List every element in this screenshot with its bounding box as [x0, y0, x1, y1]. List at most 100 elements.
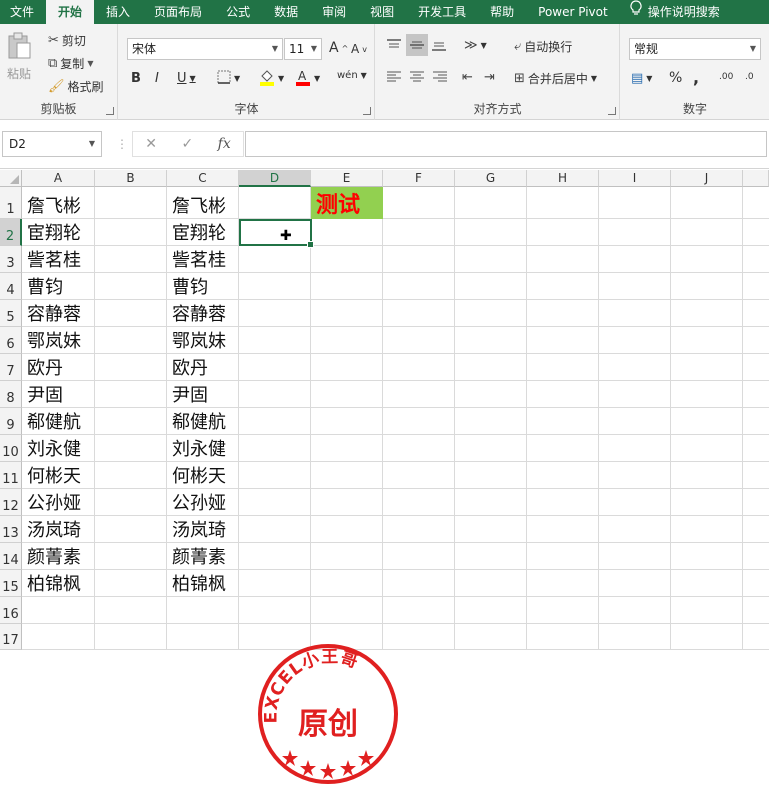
- decrease-indent-button[interactable]: ⇤: [462, 70, 473, 85]
- enter-icon[interactable]: ✓: [181, 136, 193, 152]
- copy-dropdown-icon[interactable]: ▼: [87, 59, 93, 68]
- align-middle-button[interactable]: [406, 34, 428, 56]
- merge-center-button[interactable]: ⊞ 合并后居中 ▼: [514, 70, 597, 87]
- cell-c11[interactable]: 何彬天: [167, 462, 239, 489]
- column-header-j[interactable]: J: [671, 170, 743, 187]
- cell-a12[interactable]: 公孙娅: [22, 489, 95, 516]
- cell-c8[interactable]: 尹固: [167, 381, 239, 408]
- cell-c2[interactable]: 宦翔轮: [167, 219, 239, 246]
- row-header-5[interactable]: 5: [0, 300, 22, 327]
- tab-page-layout[interactable]: 页面布局: [142, 0, 214, 24]
- cut-button[interactable]: ✂ 剪切: [48, 32, 86, 49]
- row-header-8[interactable]: 8: [0, 381, 22, 408]
- cell-c7[interactable]: 欧丹: [167, 354, 239, 381]
- row-header-10[interactable]: 10: [0, 435, 22, 462]
- percent-button[interactable]: %: [669, 70, 682, 86]
- cell-a11[interactable]: 何彬天: [22, 462, 95, 489]
- tab-view[interactable]: 视图: [358, 0, 406, 24]
- cell-a7[interactable]: 欧丹: [22, 354, 95, 381]
- align-left-button[interactable]: [386, 71, 402, 83]
- tab-home[interactable]: 开始: [46, 0, 95, 24]
- font-size-select[interactable]: 11 ▼: [284, 38, 322, 60]
- cell-c5[interactable]: 容静蓉: [167, 300, 239, 327]
- column-header-a[interactable]: A: [22, 170, 95, 187]
- cell-e1[interactable]: 测试: [311, 187, 383, 219]
- tab-formulas[interactable]: 公式: [214, 0, 262, 24]
- shrink-font-button[interactable]: Av: [351, 42, 367, 56]
- column-header-f[interactable]: F: [383, 170, 455, 187]
- copy-button[interactable]: ⧉ 复制 ▼: [48, 55, 93, 72]
- phonetic-button[interactable]: wén ▼: [337, 70, 367, 81]
- alignment-launcher-icon[interactable]: [608, 107, 616, 115]
- cell-a9[interactable]: 郗健航: [22, 408, 95, 435]
- tab-data[interactable]: 数据: [262, 0, 310, 24]
- number-format-select[interactable]: 常规 ▼: [629, 38, 761, 60]
- cell-c6[interactable]: 鄂岚妹: [167, 327, 239, 354]
- increase-indent-button[interactable]: ⇥: [484, 70, 495, 85]
- name-box[interactable]: D2 ▼: [2, 131, 102, 157]
- font-launcher-icon[interactable]: [363, 107, 371, 115]
- cell-c4[interactable]: 曹钧: [167, 273, 239, 300]
- align-bottom-button[interactable]: [431, 38, 447, 52]
- insert-function-button[interactable]: fx: [218, 136, 231, 152]
- comma-button[interactable]: ,: [693, 68, 699, 87]
- row-header-15[interactable]: 15: [0, 570, 22, 597]
- font-name-select[interactable]: 宋体 ▼: [127, 38, 283, 60]
- clipboard-launcher-icon[interactable]: [106, 107, 114, 115]
- accounting-format-button[interactable]: ▤ ▼: [631, 71, 652, 86]
- active-cell-d2[interactable]: [239, 219, 314, 248]
- row-header-12[interactable]: 12: [0, 489, 22, 516]
- column-header-e[interactable]: E: [311, 170, 383, 187]
- row-header-9[interactable]: 9: [0, 408, 22, 435]
- format-painter-button[interactable]: 🖌 格式刷: [48, 78, 104, 95]
- row-header-14[interactable]: 14: [0, 543, 22, 570]
- cell-a4[interactable]: 曹钧: [22, 273, 95, 300]
- column-header-d[interactable]: D: [239, 170, 311, 187]
- tab-help[interactable]: 帮助: [478, 0, 526, 24]
- tab-file[interactable]: 文件: [0, 0, 46, 24]
- tab-review[interactable]: 审阅: [310, 0, 358, 24]
- cell-a3[interactable]: 訾茗桂: [22, 246, 95, 273]
- cell-a5[interactable]: 容静蓉: [22, 300, 95, 327]
- row-header-7[interactable]: 7: [0, 354, 22, 381]
- resize-handle-icon[interactable]: ⋮: [116, 137, 128, 151]
- cell-a10[interactable]: 刘永健: [22, 435, 95, 462]
- cell-a1[interactable]: 詹飞彬: [22, 187, 95, 219]
- row-header-1[interactable]: 1: [0, 187, 22, 219]
- row-header-2[interactable]: 2: [0, 219, 22, 246]
- wrap-text-button[interactable]: ⤶ 自动换行: [514, 38, 572, 55]
- row-header-3[interactable]: 3: [0, 246, 22, 273]
- column-header-c[interactable]: C: [167, 170, 239, 187]
- italic-button[interactable]: I: [155, 71, 159, 86]
- orientation-button[interactable]: ≫ ▼: [464, 38, 487, 53]
- column-header-b[interactable]: B: [95, 170, 167, 187]
- align-top-button[interactable]: [386, 38, 402, 52]
- row-header-4[interactable]: 4: [0, 273, 22, 300]
- cell-c9[interactable]: 郗健航: [167, 408, 239, 435]
- fill-color-button[interactable]: ▼: [259, 68, 284, 89]
- grow-font-button[interactable]: A ^: [329, 40, 348, 56]
- column-header-h[interactable]: H: [527, 170, 599, 187]
- column-header-g[interactable]: G: [455, 170, 527, 187]
- cell-c3[interactable]: 訾茗桂: [167, 246, 239, 273]
- row-header-17[interactable]: 17: [0, 624, 22, 650]
- tab-insert[interactable]: 插入: [94, 0, 142, 24]
- borders-button[interactable]: ▼: [217, 70, 240, 87]
- paste-button[interactable]: 粘贴: [6, 32, 32, 82]
- align-right-button[interactable]: [432, 71, 448, 83]
- formula-input[interactable]: [245, 131, 767, 157]
- tab-power-pivot[interactable]: Power Pivot: [526, 0, 620, 24]
- cell-a14[interactable]: 颜菁素: [22, 543, 95, 570]
- tab-developer[interactable]: 开发工具: [406, 0, 478, 24]
- column-header-i[interactable]: I: [599, 170, 671, 187]
- cell-a8[interactable]: 尹固: [22, 381, 95, 408]
- cell-c15[interactable]: 柏锦枫: [167, 570, 239, 597]
- decrease-decimal-button[interactable]: .0: [745, 72, 754, 82]
- cell-c1[interactable]: 詹飞彬: [167, 187, 239, 219]
- cell-c13[interactable]: 汤岚琦: [167, 516, 239, 543]
- align-center-button[interactable]: [409, 71, 425, 83]
- cell-a2[interactable]: 宦翔轮: [22, 219, 95, 246]
- row-header-11[interactable]: 11: [0, 462, 22, 489]
- row-header-16[interactable]: 16: [0, 597, 22, 624]
- bold-button[interactable]: B: [131, 71, 141, 86]
